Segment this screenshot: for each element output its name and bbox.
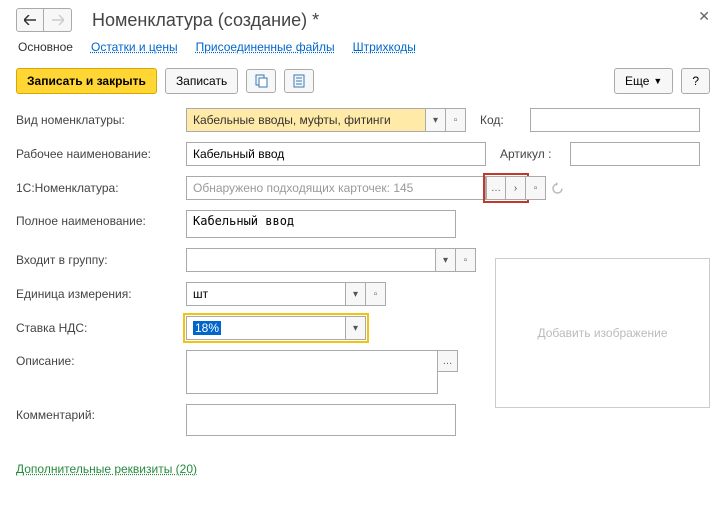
list-icon [292, 74, 306, 88]
unit-dropdown-button[interactable]: ▾ [346, 282, 366, 306]
tabs-bar: Основное Остатки и цены Присоединенные ф… [16, 40, 710, 54]
label-code: Код: [480, 113, 530, 127]
description-select-button[interactable]: … [438, 350, 458, 372]
type-open-button[interactable]: ▫ [446, 108, 466, 132]
open-icon: ▫ [534, 183, 538, 194]
label-vat: Ставка НДС: [16, 321, 186, 335]
onec-next-button[interactable]: › [506, 176, 526, 200]
onec-input[interactable]: Обнаружено подходящих карточек: 145 [186, 176, 486, 200]
unit-input[interactable] [186, 282, 346, 306]
full-name-input[interactable]: Кабельный ввод [186, 210, 456, 238]
dots-icon: … [443, 356, 453, 367]
chevron-down-icon: ▾ [433, 115, 438, 126]
vat-dropdown-button[interactable]: ▾ [346, 316, 366, 340]
label-group: Входит в группу: [16, 253, 186, 267]
label-unit: Единица измерения: [16, 287, 186, 301]
image-placeholder-text: Добавить изображение [537, 326, 667, 340]
tab-main[interactable]: Основное [18, 40, 73, 54]
save-close-button[interactable]: Записать и закрыть [16, 68, 157, 94]
chevron-down-icon: ▾ [353, 323, 358, 334]
clipboard-icon [254, 74, 268, 88]
more-label: Еще [625, 74, 649, 88]
additional-props-link[interactable]: Дополнительные реквизиты (20) [16, 462, 197, 476]
vat-value: 18% [193, 321, 221, 335]
tab-barcodes[interactable]: Штрихкоды [353, 40, 416, 54]
nav-back-button[interactable] [16, 8, 44, 32]
close-button[interactable]: ✕ [698, 8, 710, 25]
label-onec: 1С:Номенклатура: [16, 181, 186, 195]
dots-icon: … [491, 183, 501, 194]
list-button[interactable] [284, 69, 314, 93]
vat-input[interactable]: 18% [186, 316, 346, 340]
open-icon: ▫ [454, 115, 458, 126]
tab-files[interactable]: Присоединенные файлы [196, 40, 335, 54]
label-article: Артикул : [500, 147, 570, 161]
onec-open-button[interactable]: ▫ [526, 176, 546, 200]
onec-refresh-button[interactable] [546, 176, 568, 200]
label-full-name: Полное наименование: [16, 210, 186, 228]
chevron-down-icon: ▾ [353, 289, 358, 300]
working-name-input[interactable] [186, 142, 486, 166]
open-icon: ▫ [374, 289, 378, 300]
label-working-name: Рабочее наименование: [16, 147, 186, 161]
image-placeholder[interactable]: Добавить изображение [495, 258, 710, 408]
chevron-down-icon: ▾ [443, 255, 448, 266]
refresh-icon [551, 182, 564, 195]
more-button[interactable]: Еще ▼ [614, 68, 673, 94]
arrow-right-icon [52, 15, 64, 25]
comment-input[interactable] [186, 404, 456, 436]
article-input[interactable] [570, 142, 700, 166]
label-description: Описание: [16, 350, 186, 368]
label-comment: Комментарий: [16, 404, 186, 422]
chevron-right-icon: › [514, 183, 517, 194]
open-icon: ▫ [464, 255, 468, 266]
save-button[interactable]: Записать [165, 68, 238, 94]
label-type: Вид номенклатуры: [16, 113, 186, 127]
type-input[interactable]: Кабельные вводы, муфты, фитинги [186, 108, 426, 132]
onec-select-button[interactable]: … [486, 176, 506, 200]
clipboard-button[interactable] [246, 69, 276, 93]
type-dropdown-button[interactable]: ▾ [426, 108, 446, 132]
help-button[interactable]: ? [681, 68, 710, 94]
page-title: Номенклатура (создание) * [92, 10, 319, 31]
chevron-down-icon: ▼ [653, 76, 662, 86]
nav-forward-button[interactable] [44, 8, 72, 32]
group-dropdown-button[interactable]: ▾ [436, 248, 456, 272]
tab-balances[interactable]: Остатки и цены [91, 40, 178, 54]
code-input[interactable] [530, 108, 700, 132]
group-input[interactable] [186, 248, 436, 272]
unit-open-button[interactable]: ▫ [366, 282, 386, 306]
description-input[interactable] [186, 350, 438, 394]
group-open-button[interactable]: ▫ [456, 248, 476, 272]
arrow-left-icon [24, 15, 36, 25]
